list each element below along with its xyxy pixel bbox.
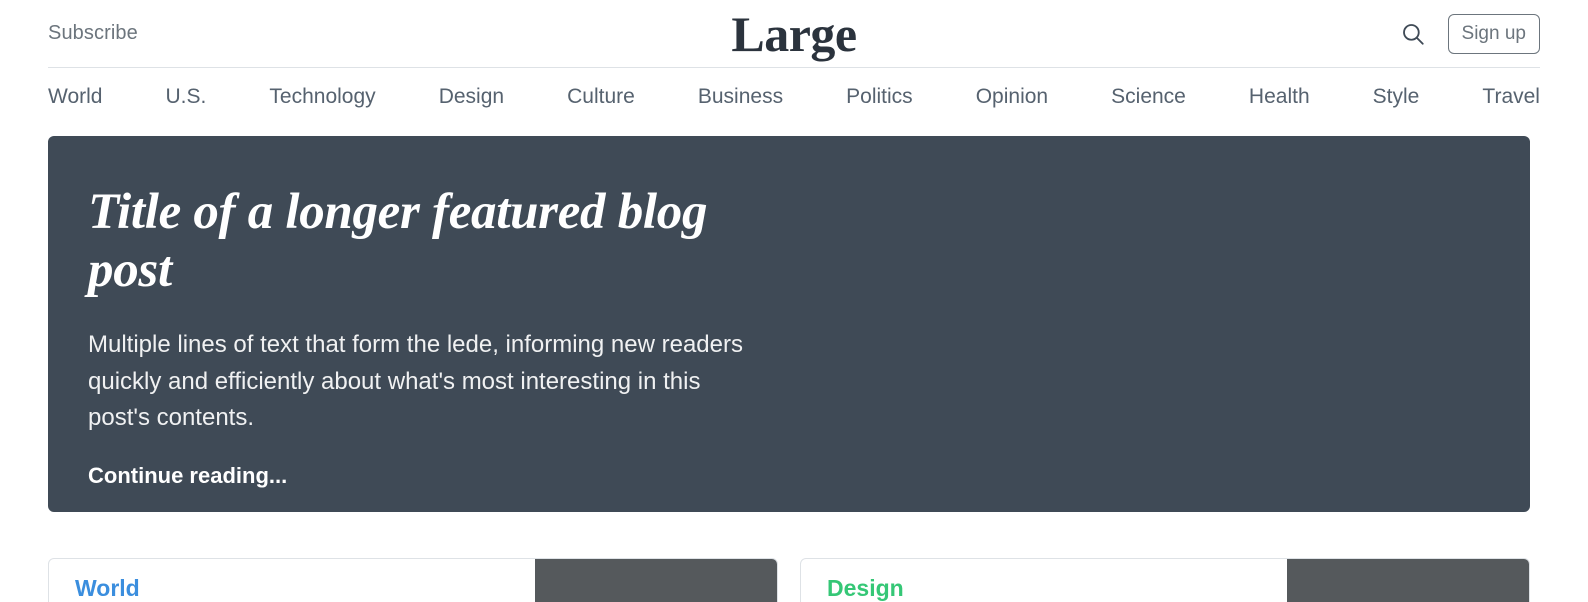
nav-item-politics[interactable]: Politics: [846, 83, 913, 111]
featured-post-title: Title of a longer featured blog post: [88, 184, 708, 298]
nav-item-health[interactable]: Health: [1249, 83, 1310, 111]
continue-reading-link[interactable]: Continue reading...: [88, 463, 287, 489]
nav-item-culture[interactable]: Culture: [567, 83, 635, 111]
featured-post-lede: Multiple lines of text that form the led…: [88, 331, 743, 432]
masthead-center-section: Large: [540, 9, 1047, 59]
nav-item-science[interactable]: Science: [1111, 83, 1186, 111]
featured-post-hero: Title of a longer featured blog post Mul…: [48, 136, 1530, 512]
search-icon[interactable]: [1400, 21, 1426, 47]
nav-item-us[interactable]: U.S.: [166, 83, 207, 111]
masthead-left-section: Subscribe: [48, 22, 540, 45]
nav-item-style[interactable]: Style: [1373, 83, 1420, 111]
masthead: Subscribe Large Sign up: [48, 0, 1540, 68]
post-card-category: World: [75, 575, 140, 601]
post-card-thumbnail: [1287, 559, 1529, 602]
post-card-body: World: [49, 559, 535, 602]
nav-item-opinion[interactable]: Opinion: [976, 83, 1048, 111]
blog-home-page: Subscribe Large Sign up World U.S. Techn…: [0, 0, 1588, 602]
post-card-body: Design: [801, 559, 1287, 602]
nav-item-travel[interactable]: Travel: [1482, 83, 1540, 111]
post-cards-row: World Design: [48, 558, 1530, 602]
post-card-thumbnail: [535, 559, 777, 602]
category-nav: World U.S. Technology Design Culture Bus…: [48, 68, 1540, 126]
nav-item-design[interactable]: Design: [439, 83, 504, 111]
sign-up-button[interactable]: Sign up: [1447, 13, 1540, 54]
nav-item-technology[interactable]: Technology: [269, 83, 375, 111]
site-title[interactable]: Large: [731, 9, 857, 59]
post-card-design[interactable]: Design: [800, 558, 1530, 602]
masthead-right-section: Sign up: [1048, 13, 1540, 54]
nav-item-business[interactable]: Business: [698, 83, 783, 111]
post-card-world[interactable]: World: [48, 558, 778, 602]
featured-post-content: Title of a longer featured blog post Mul…: [88, 184, 768, 489]
nav-item-world[interactable]: World: [48, 83, 102, 111]
post-card-category: Design: [827, 575, 904, 601]
subscribe-link[interactable]: Subscribe: [48, 22, 138, 45]
